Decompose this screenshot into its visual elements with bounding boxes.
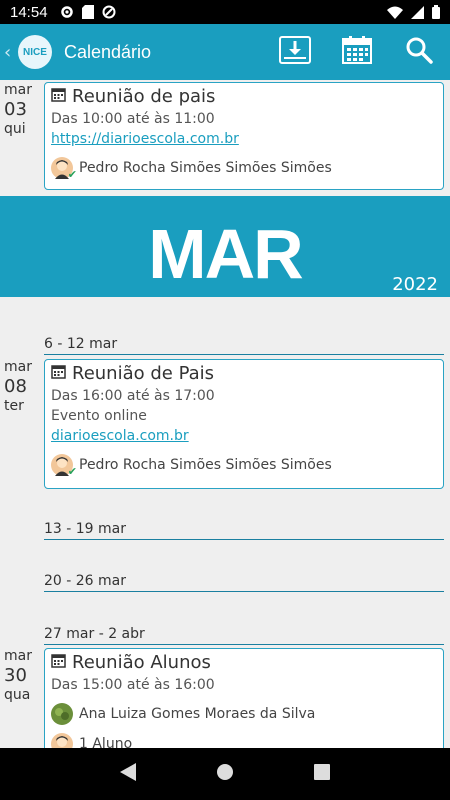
date-month: mar [4,648,32,664]
battery-icon [432,5,440,19]
event-card[interactable]: Reunião de Pais Das 16:00 até às 17:00 E… [44,359,444,489]
avatar [51,733,73,748]
home-circle-icon [216,763,234,785]
check-icon: ✔ [67,168,77,181]
status-icons-right [387,5,440,19]
search-icon [405,36,433,68]
avatar [51,703,73,725]
date-month: mar [4,82,32,98]
status-time: 14:54 [10,3,48,21]
check-icon: ✔ [67,465,77,478]
participant-name: Ana Luiza Gomes Moraes da Silva [79,706,316,722]
calendar-icon [342,36,372,68]
participant-name: Pedro Rocha Simões Simões Simões [79,160,332,176]
event-participant: 1 Aluno [51,733,437,748]
participant-count: 1 Aluno [79,736,133,748]
date-weekday: ter [4,398,24,414]
app-logo[interactable]: NICE [18,35,52,69]
settings-gear-icon [60,5,74,19]
status-icons-left [60,5,116,19]
page-title: Calendário [64,41,152,62]
month-year: 2022 [392,274,438,295]
back-triangle-icon [120,763,136,785]
week-header: 27 mar - 2 abr [44,626,444,645]
event-link[interactable]: https://diarioescola.com.br [51,131,437,147]
date-month: mar [4,359,32,375]
home-button[interactable] [216,763,234,785]
event-time: Das 10:00 até às 11:00 [51,111,215,127]
month-name: MAR [148,215,303,293]
data-saver-icon [102,5,116,19]
date-column: mar 03 qui [4,82,44,137]
event-card[interactable]: Reunião Alunos Das 15:00 até às 16:00 An… [44,648,444,748]
search-button[interactable] [388,24,450,80]
event-note: Evento online [51,408,147,424]
event-participant: Ana Luiza Gomes Moraes da Silva [51,703,437,725]
back-button[interactable] [120,763,136,785]
event-title-row: Reunião Alunos [51,652,437,673]
app-actions [264,24,450,80]
wifi-icon [387,6,403,19]
week-header: 13 - 19 mar [44,521,444,540]
date-day: 03 [4,99,27,120]
event-time: Das 16:00 até às 17:00 [51,388,215,404]
calendar-icon [51,653,66,672]
back-chevron-icon[interactable]: ‹ [4,42,18,63]
avatar: ✔ [51,454,77,478]
week-header: 20 - 26 mar [44,573,444,592]
week-header: 6 - 12 mar [44,336,444,355]
recents-square-icon [314,764,330,784]
status-bar: 14:54 [0,0,450,24]
event-title-row: Reunião de Pais [51,363,437,384]
event-card[interactable]: Reunião de pais Das 10:00 até às 11:00 h… [44,82,444,190]
calendar-button[interactable] [326,24,388,80]
date-day: 30 [4,665,27,686]
event-title: Reunião Alunos [72,652,211,673]
month-banner: MAR 2022 [0,196,450,297]
event-link[interactable]: diarioescola.com.br [51,428,437,444]
event-time: Das 15:00 até às 16:00 [51,677,215,693]
event-title: Reunião de pais [72,86,216,107]
event-title: Reunião de Pais [72,363,215,384]
date-day: 08 [4,376,27,397]
calendar-icon [51,87,66,106]
app-bar: ‹ NICE Calendário [0,24,450,80]
date-column: mar 30 qua [4,648,44,703]
recents-button[interactable] [314,764,330,784]
participant-name: Pedro Rocha Simões Simões Simões [79,457,332,473]
event-participant: ✔ Pedro Rocha Simões Simões Simões [51,454,437,478]
date-weekday: qui [4,121,26,137]
event-participant: ✔ Pedro Rocha Simões Simões Simões [51,157,437,181]
date-column: mar 08 ter [4,359,44,414]
system-nav-bar [0,748,450,800]
download-icon [279,36,311,68]
date-weekday: qua [4,687,31,703]
avatar: ✔ [51,157,77,181]
event-title-row: Reunião de pais [51,86,437,107]
signal-icon [411,5,424,19]
sd-card-icon [81,5,94,19]
calendar-list[interactable]: mar 03 qui Reunião de pais Das 10:00 até… [0,80,450,748]
calendar-icon [51,364,66,383]
download-button[interactable] [264,24,326,80]
